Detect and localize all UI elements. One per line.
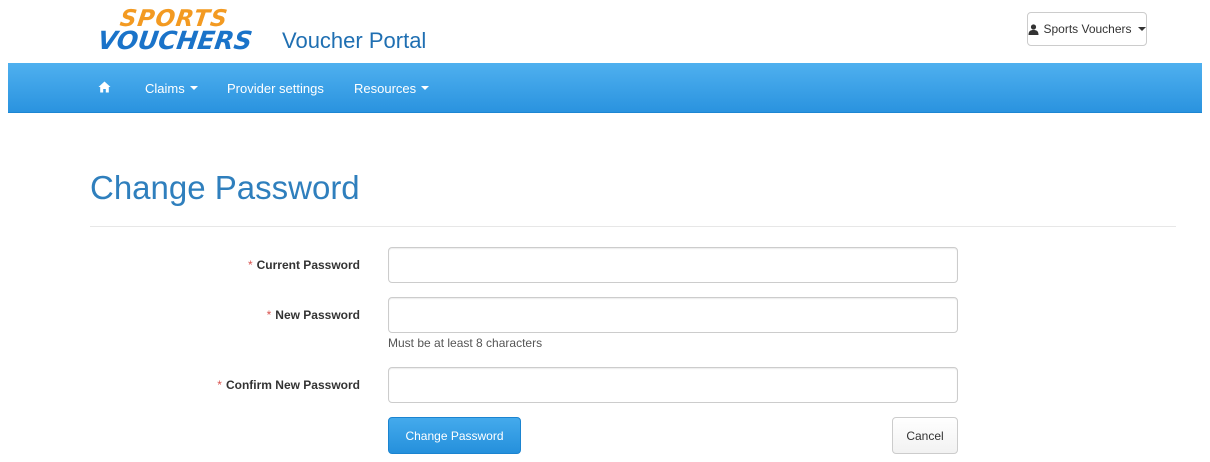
- chevron-down-icon: [1137, 27, 1146, 31]
- chevron-down-icon: [421, 86, 430, 90]
- chevron-down-icon: [189, 86, 198, 90]
- nav-claims[interactable]: Claims: [145, 63, 198, 113]
- title-divider: [90, 226, 1176, 227]
- current-password-label-text: Current Password: [256, 258, 360, 272]
- nav-home[interactable]: [98, 63, 111, 113]
- new-password-help: Must be at least 8 characters: [388, 336, 543, 350]
- required-marker: *: [247, 258, 253, 272]
- nav-resources[interactable]: Resources: [354, 63, 430, 113]
- logo-text-bottom: VOUCHERS: [95, 26, 255, 55]
- user-menu-label: Sports Vouchers: [1043, 22, 1132, 36]
- home-icon: [98, 81, 111, 96]
- user-icon: [1028, 23, 1039, 35]
- current-password-input[interactable]: [388, 247, 958, 283]
- confirm-password-label: * Confirm New Password: [217, 378, 360, 392]
- current-password-label: * Current Password: [248, 258, 360, 272]
- required-marker: *: [266, 308, 272, 322]
- nav-claims-label: Claims: [145, 80, 185, 96]
- nav-resources-label: Resources: [354, 80, 417, 96]
- required-marker: *: [217, 378, 222, 392]
- page-title: Change Password: [90, 169, 360, 206]
- confirm-password-label-text: Confirm New Password: [225, 378, 360, 392]
- new-password-label: * New Password: [267, 308, 360, 322]
- portal-title: Voucher Portal: [282, 28, 427, 53]
- main-navbar: Claims Provider settings Resources: [8, 63, 1202, 113]
- new-password-input[interactable]: [388, 297, 958, 333]
- nav-provider-settings-label: Provider settings: [227, 80, 324, 96]
- new-password-label-text: New Password: [275, 308, 360, 322]
- confirm-password-input[interactable]: [388, 367, 958, 403]
- header: SPORTS VOUCHERS Voucher Portal Sports Vo…: [0, 0, 1210, 63]
- change-password-button[interactable]: Change Password: [388, 417, 521, 454]
- user-menu-button[interactable]: Sports Vouchers: [1027, 12, 1147, 46]
- nav-provider-settings[interactable]: Provider settings: [227, 63, 324, 113]
- sports-vouchers-logo[interactable]: SPORTS VOUCHERS: [92, 6, 272, 55]
- cancel-button[interactable]: Cancel: [892, 417, 958, 454]
